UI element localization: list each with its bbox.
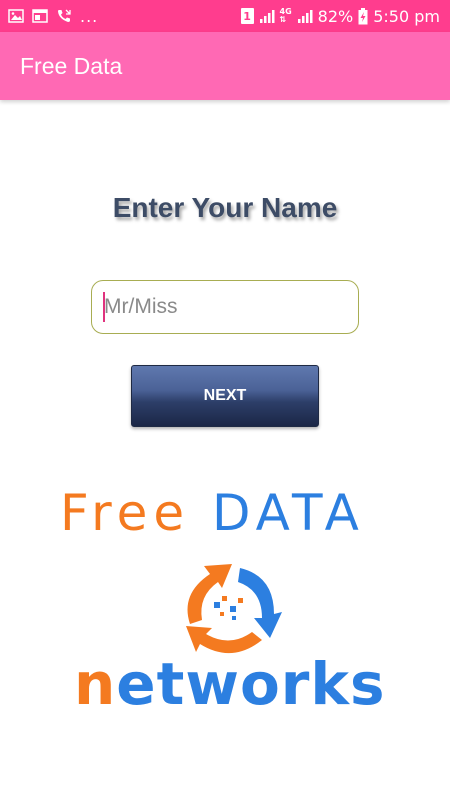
app-bar: Free Data <box>0 32 450 100</box>
status-bar: ... 1 4G ⇅ 82% 5:50 pm <box>0 0 450 32</box>
logo-networks-initial: n <box>74 650 117 718</box>
text-cursor <box>103 292 105 322</box>
status-left: ... <box>0 7 98 26</box>
next-button[interactable]: NEXT <box>131 365 319 427</box>
name-input[interactable] <box>91 280 359 334</box>
missed-call-icon <box>56 8 72 24</box>
image-icon <box>8 9 24 23</box>
logo-arrows-icon <box>186 564 282 654</box>
network-activity-icon: ⇅ <box>279 15 287 24</box>
page-heading: Enter Your Name <box>112 192 338 223</box>
logo-word-free: Free <box>60 484 191 542</box>
battery-charging-icon <box>358 7 368 25</box>
browser-icon <box>32 9 48 23</box>
status-time: 5:50 pm <box>373 6 440 26</box>
signal-icon <box>259 8 275 24</box>
app-title: Free Data <box>20 52 123 79</box>
status-right: 1 4G ⇅ 82% 5:50 pm <box>240 6 450 26</box>
battery-percent: 82% <box>317 6 354 26</box>
logo-networks-rest: etworks <box>116 650 386 718</box>
free-data-networks-logo: Free DATA networks <box>40 478 430 738</box>
network-type: 4G ⇅ <box>280 8 292 24</box>
logo-title: Free DATA <box>60 484 365 542</box>
logo-word-data: DATA <box>212 484 365 542</box>
sim-slot-badge: 1 <box>240 8 254 24</box>
signal-icon-2 <box>297 8 313 24</box>
logo-subtitle: networks <box>74 650 386 718</box>
status-overflow: ... <box>80 6 99 26</box>
